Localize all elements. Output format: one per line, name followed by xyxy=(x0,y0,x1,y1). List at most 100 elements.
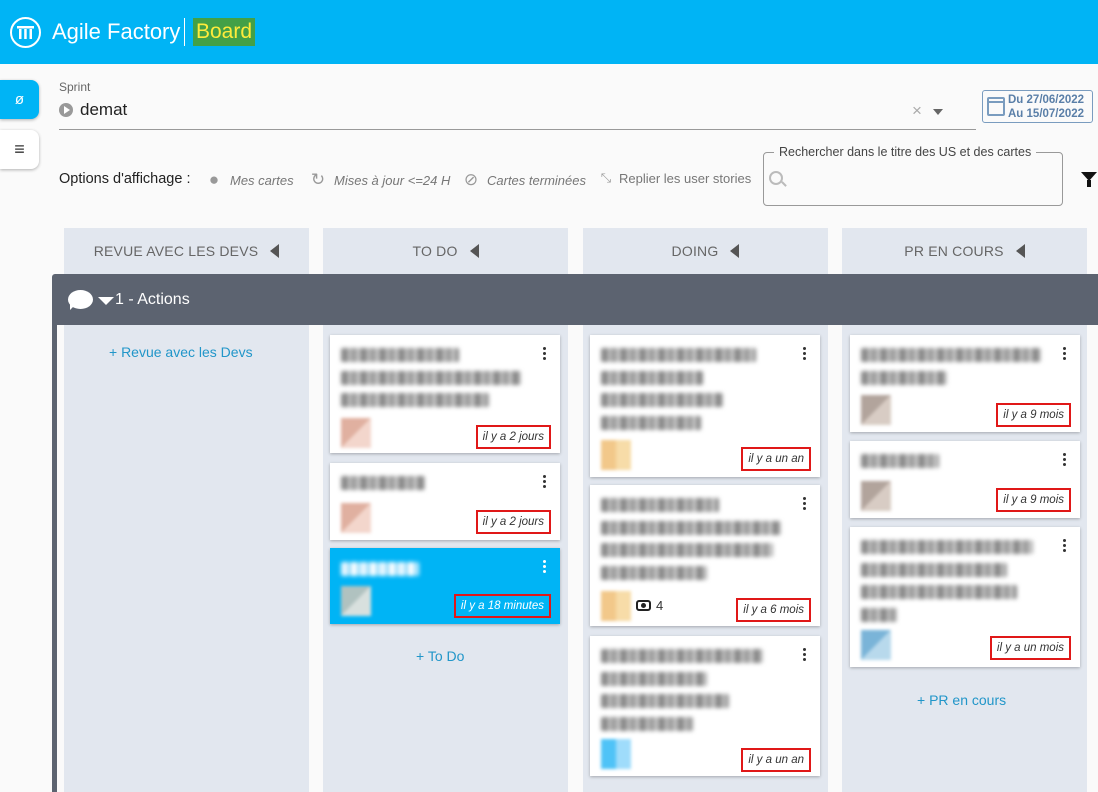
card-title-line xyxy=(341,562,419,576)
add-card-revue-button[interactable]: + Revue avec les Devs xyxy=(109,344,253,360)
card-title-line xyxy=(861,540,1033,554)
avatar xyxy=(601,739,631,769)
add-card-pr-button[interactable]: + PR en cours xyxy=(917,692,1006,708)
avatar xyxy=(861,630,891,660)
card-selected[interactable]: il y a 18 minutes xyxy=(330,548,560,624)
card[interactable]: il y a 2 jours xyxy=(330,335,560,453)
user-icon: ● xyxy=(208,170,220,189)
more-vert-icon[interactable] xyxy=(1063,539,1067,553)
board-label: Board xyxy=(193,18,256,46)
updated-time: il y a 6 mois xyxy=(736,598,811,622)
comment-icon[interactable] xyxy=(68,290,93,310)
sprint-dates: Du 27/06/2022 Au 15/07/2022 xyxy=(982,90,1093,123)
column-header: DOING xyxy=(583,228,828,274)
clear-icon[interactable]: × xyxy=(912,101,922,121)
card-title-line xyxy=(601,543,773,557)
column-header: PR EN COURS xyxy=(842,228,1087,274)
card-title-line xyxy=(601,521,781,535)
finished-cards-toggle[interactable]: ⊘ Cartes terminées xyxy=(461,170,586,190)
avatar xyxy=(341,503,371,533)
my-cards-toggle[interactable]: ● Mes cartes xyxy=(204,170,294,190)
more-vert-icon[interactable] xyxy=(803,347,807,361)
card-title-line xyxy=(601,498,719,512)
more-vert-icon[interactable] xyxy=(803,648,807,662)
sprint-value: demat xyxy=(80,100,128,119)
top-app-bar: Agile Factory Board xyxy=(0,0,1098,64)
chevron-down-icon[interactable] xyxy=(933,109,943,115)
card-title-line xyxy=(601,694,729,708)
card[interactable]: il y a un mois xyxy=(850,527,1080,667)
swimlane-header[interactable]: 1 - Actions xyxy=(52,274,1098,325)
card[interactable]: il y a 2 jours xyxy=(330,463,560,540)
finished-cards-label: Cartes terminées xyxy=(487,172,586,188)
avatar xyxy=(861,481,891,511)
collapse-left-icon[interactable] xyxy=(270,244,280,258)
history-icon: ↻ xyxy=(310,170,326,189)
collapse-left-icon[interactable] xyxy=(1015,244,1025,258)
sync-button[interactable]: ø xyxy=(0,80,39,119)
card[interactable]: il y a un an xyxy=(590,335,820,477)
column-title: PR EN COURS xyxy=(904,243,1004,259)
add-card-todo-button[interactable]: + To Do xyxy=(416,648,464,664)
more-vert-icon[interactable] xyxy=(1063,453,1067,467)
card-title-line xyxy=(861,563,1007,577)
avatar xyxy=(601,591,631,621)
avatar xyxy=(341,586,371,616)
caret-down-icon[interactable] xyxy=(98,297,114,305)
column-title: REVUE AVEC LES DEVS xyxy=(93,243,259,259)
column-title: DOING xyxy=(671,243,719,259)
more-vert-icon[interactable] xyxy=(1063,347,1067,361)
more-vert-icon[interactable] xyxy=(543,560,547,574)
card-title-line xyxy=(601,393,723,407)
sprint-label: Sprint xyxy=(59,80,91,94)
card-title-line xyxy=(601,649,763,663)
sync-icon: ø xyxy=(14,91,25,108)
card-title-line xyxy=(861,585,1017,599)
card-title-line xyxy=(601,348,756,362)
card[interactable]: 4 il y a 6 mois xyxy=(590,485,820,626)
sprint-select[interactable]: demat × xyxy=(59,98,976,130)
title-divider xyxy=(184,18,185,46)
column-title: TO DO xyxy=(412,243,458,259)
collapse-left-icon[interactable] xyxy=(730,244,740,258)
more-vert-icon[interactable] xyxy=(543,347,547,361)
filter-icon[interactable] xyxy=(1081,172,1097,187)
updated-time: il y a 9 mois xyxy=(996,488,1071,512)
card-title-line xyxy=(341,476,425,490)
card[interactable]: il y a un an xyxy=(590,636,820,776)
collapse-stories-toggle[interactable]: ⤡ Replier les user stories xyxy=(599,170,751,186)
watchers: 4 xyxy=(636,598,663,613)
avatar xyxy=(341,418,371,448)
swimlane-edge xyxy=(52,320,57,792)
my-cards-label: Mes cartes xyxy=(230,172,294,188)
menu-button[interactable]: ≡ xyxy=(0,130,39,169)
calendar-icon xyxy=(987,97,1005,116)
display-options-label: Options d'affichage : xyxy=(59,171,191,187)
collapse-left-icon[interactable] xyxy=(469,244,479,258)
card[interactable]: il y a 9 mois xyxy=(850,441,1080,518)
updated-time: il y a un mois xyxy=(989,636,1071,660)
card-title-line xyxy=(861,608,897,622)
app-title[interactable]: Agile Factory xyxy=(52,19,180,45)
updated-time: il y a 2 jours xyxy=(475,425,551,449)
card[interactable]: il y a 9 mois xyxy=(850,335,1080,432)
recent-updates-label: Mises à jour <=24 H xyxy=(334,172,451,188)
app-logo-icon[interactable] xyxy=(10,17,41,48)
updated-time: il y a 9 mois xyxy=(996,403,1071,427)
eye-icon xyxy=(636,600,651,611)
card-title-line xyxy=(601,717,693,731)
avatar xyxy=(861,395,891,425)
more-vert-icon[interactable] xyxy=(543,475,547,489)
more-vert-icon[interactable] xyxy=(803,497,807,511)
search-input[interactable]: Rechercher dans le titre des US et des c… xyxy=(763,145,1063,206)
sprint-date-end: Au 15/07/2022 xyxy=(1008,108,1085,120)
menu-icon: ≡ xyxy=(14,139,25,159)
collapse-icon: ⤡ xyxy=(600,170,612,185)
play-icon xyxy=(59,103,73,117)
card-title-line xyxy=(601,672,707,686)
updated-time: il y a 2 jours xyxy=(475,510,551,534)
card-title-line xyxy=(861,371,947,385)
recent-updates-toggle[interactable]: ↻ Mises à jour <=24 H xyxy=(308,170,450,190)
card-title-line xyxy=(861,454,939,468)
sprint-date-start: Du 27/06/2022 xyxy=(1008,94,1085,106)
